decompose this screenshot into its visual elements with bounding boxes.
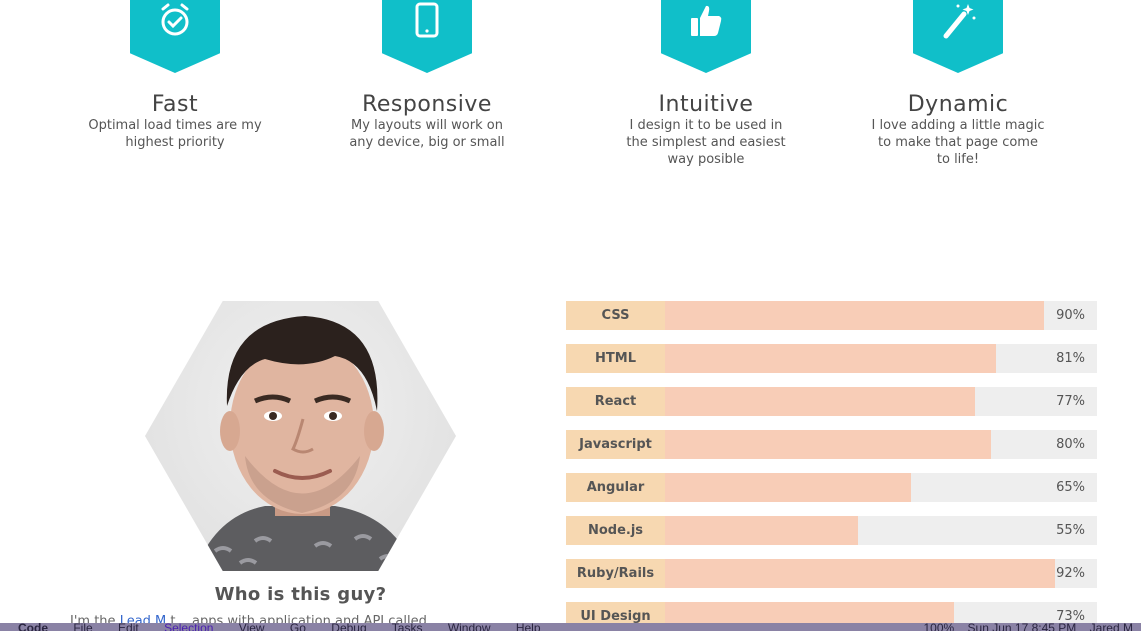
menu-item-debug[interactable]: Debug	[331, 623, 366, 631]
skill-percent: 92%	[1056, 566, 1085, 581]
feature-description: I love adding a little magic to make tha…	[871, 118, 1045, 167]
skill-label: Javascript	[566, 430, 665, 459]
feature-badge	[382, 0, 472, 73]
skill-bar-fill	[665, 387, 975, 416]
skill-bar-fill	[665, 516, 859, 545]
about-title: Who is this guy?	[214, 584, 387, 605]
clock[interactable]: Sun Jun 17 8:45 PM	[968, 623, 1077, 631]
skill-label: Ruby/Rails	[566, 559, 665, 588]
feature-description: My layouts will work on any device, big …	[349, 118, 505, 150]
skill-bar-javascript: Javascript 80%	[566, 430, 1097, 459]
skill-percent: 65%	[1056, 480, 1085, 495]
feature-badge	[913, 0, 1003, 73]
skill-percent: 55%	[1056, 523, 1085, 538]
skill-percent: 81%	[1056, 351, 1085, 366]
user-name[interactable]: Jared M	[1090, 623, 1133, 631]
skill-bar-angular: Angular 65%	[566, 473, 1097, 502]
skill-label: Angular	[566, 473, 665, 502]
menu-item-tasks[interactable]: Tasks	[392, 623, 423, 631]
thumbs-up-icon	[691, 5, 722, 36]
menu-app-name[interactable]: Code	[18, 623, 48, 631]
skill-bar-fill	[665, 473, 912, 502]
features-section: Fast Optimal load times are my highest p…	[0, 0, 1141, 180]
menu-item-window[interactable]: Window	[448, 623, 491, 631]
feature-title: Fast	[151, 92, 199, 117]
tablet-icon	[415, 2, 439, 38]
alarm-clock-icon	[161, 3, 189, 36]
skill-label: Node.js	[566, 516, 665, 545]
skill-bar-fill	[665, 301, 1044, 330]
menu-item-edit[interactable]: Edit	[118, 623, 139, 631]
skill-percent: 77%	[1056, 394, 1085, 409]
battery-percent[interactable]: 100%	[924, 623, 955, 631]
menu-item-help[interactable]: Help	[516, 623, 541, 631]
menu-item-view[interactable]: View	[239, 623, 265, 631]
skill-percent: 90%	[1056, 308, 1085, 323]
profile-portrait-illustration	[195, 316, 415, 571]
profile-photo	[145, 301, 456, 571]
menu-item-selection[interactable]: Selection	[164, 623, 213, 631]
feature-title: Intuitive	[658, 92, 754, 117]
skill-bar-html: HTML 81%	[566, 344, 1097, 373]
feature-description: I design it to be used in the simplest a…	[626, 118, 786, 167]
skill-percent: 80%	[1056, 437, 1085, 452]
skill-bar-ruby-rails: Ruby/Rails 92%	[566, 559, 1097, 588]
menu-bar-items: Code File Edit Selection View Go Debug T…	[18, 623, 563, 631]
magic-wand-icon	[943, 4, 976, 39]
skill-bar-css: CSS 90%	[566, 301, 1097, 330]
feature-title: Dynamic	[907, 92, 1009, 117]
skill-bar-react: React 77%	[566, 387, 1097, 416]
skill-label: HTML	[566, 344, 665, 373]
os-menu-bar: Code File Edit Selection View Go Debug T…	[0, 623, 1141, 631]
feature-description: Optimal load times are my highest priori…	[88, 118, 262, 150]
feature-title: Responsive	[362, 92, 492, 117]
skill-label: React	[566, 387, 665, 416]
menu-bar-status: 100% Sun Jun 17 8:45 PM Jared M	[924, 623, 1134, 631]
menu-item-go[interactable]: Go	[290, 623, 306, 631]
skill-bar-fill	[665, 344, 997, 373]
skill-bar-fill	[665, 430, 991, 459]
menu-item-file[interactable]: File	[73, 623, 92, 631]
feature-badge	[130, 0, 220, 73]
feature-badge	[661, 0, 751, 73]
skill-label: CSS	[566, 301, 665, 330]
skill-bar-nodejs: Node.js 55%	[566, 516, 1097, 545]
skill-bar-fill	[665, 559, 1055, 588]
